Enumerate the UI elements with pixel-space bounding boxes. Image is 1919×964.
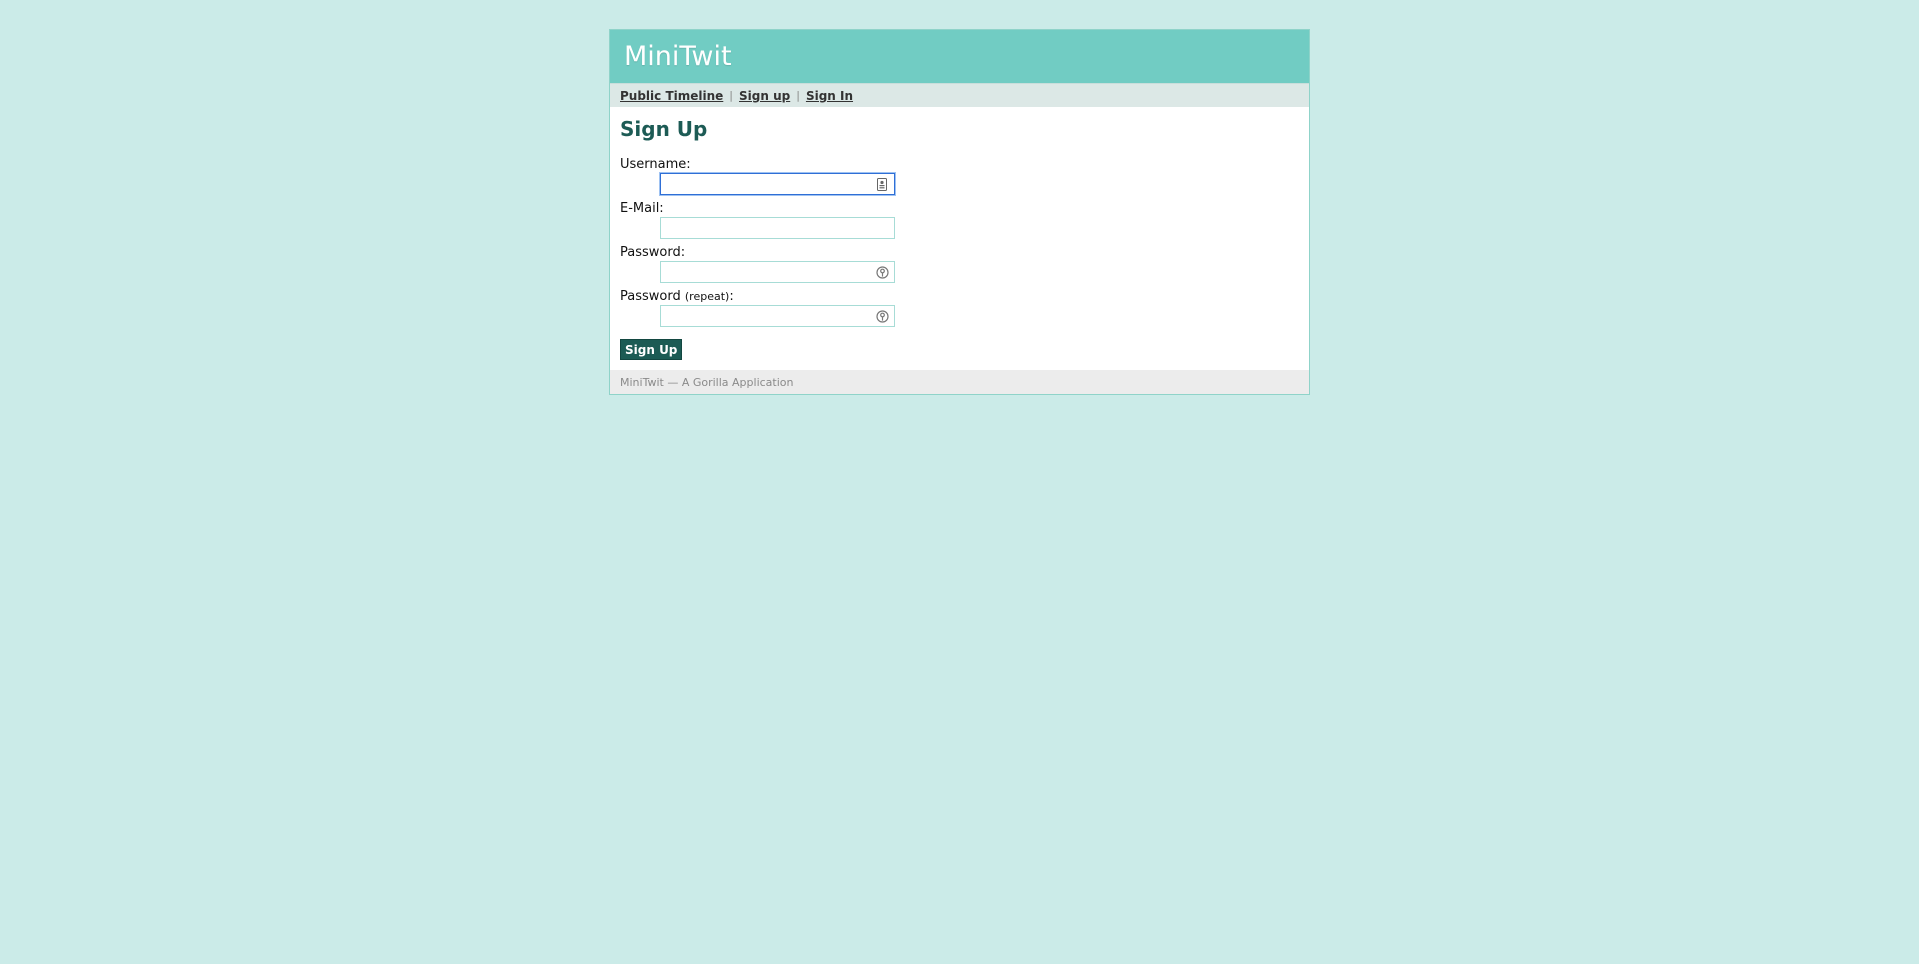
form-actions: Sign Up — [620, 339, 1299, 360]
password-repeat-label-small: (repeat) — [684, 290, 730, 303]
password-label: Password: — [620, 245, 686, 260]
navigation-bar: Public Timeline | Sign up | Sign In — [610, 83, 1309, 107]
sign-up-button[interactable]: Sign Up — [620, 339, 683, 360]
nav-separator: | — [729, 89, 734, 102]
password-repeat-label-suffix: : — [729, 289, 734, 304]
password-repeat-label-text: Password — [620, 289, 681, 304]
username-input[interactable] — [660, 173, 895, 195]
password-repeat-label: Password (repeat): — [620, 289, 1299, 305]
page-container: MiniTwit Public Timeline | Sign up | Sig… — [609, 29, 1310, 395]
email-input[interactable] — [660, 217, 895, 239]
nav-sign-up-link[interactable]: Sign up — [739, 89, 790, 103]
nav-separator: | — [796, 89, 800, 102]
username-label: Username: — [620, 157, 691, 172]
main-content: Sign Up Username: E-Mail: Password: Pass… — [610, 107, 1309, 368]
signup-form: Username: E-Mail: Password: Password (re… — [620, 157, 1299, 360]
site-title: MiniTwit — [624, 41, 732, 72]
email-label: E-Mail: — [620, 201, 664, 216]
nav-public-timeline-link[interactable]: Public Timeline — [620, 89, 723, 103]
page-title: Sign Up — [620, 117, 708, 141]
site-footer: MiniTwit — A Gorilla Application — [610, 370, 1309, 394]
password-input[interactable] — [660, 261, 895, 283]
nav-sign-in-link[interactable]: Sign In — [806, 89, 853, 103]
site-header: MiniTwit — [610, 30, 1309, 83]
password-repeat-input[interactable] — [660, 305, 895, 327]
